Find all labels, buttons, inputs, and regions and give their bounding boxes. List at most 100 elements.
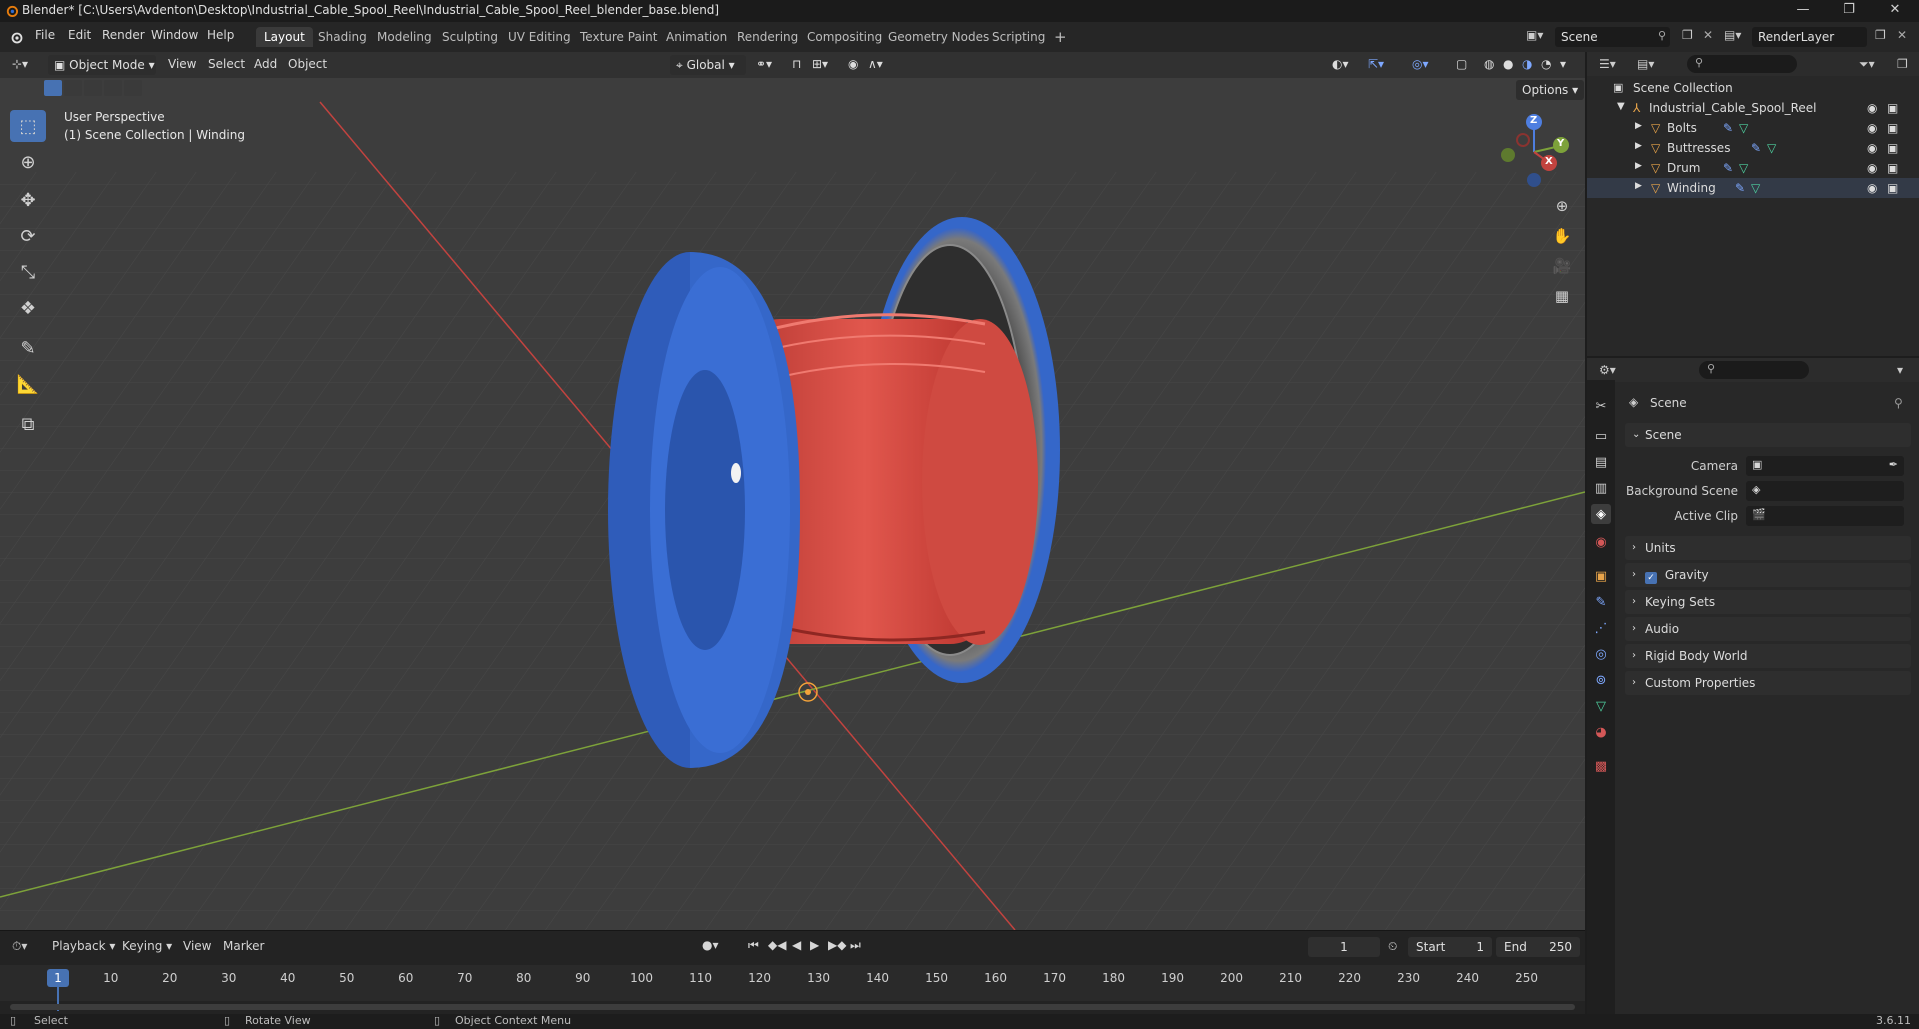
panel-custom-properties[interactable]: › Custom Properties: [1625, 671, 1911, 695]
shading-options-icon[interactable]: ▾: [1560, 57, 1566, 71]
playhead-marker[interactable]: 1: [47, 969, 69, 987]
panel-gravity[interactable]: › ✓ Gravity: [1625, 563, 1911, 587]
tab-texture-paint[interactable]: Texture Paint: [572, 27, 665, 47]
object-tab-icon[interactable]: ▣: [1591, 566, 1611, 586]
scale-tool[interactable]: ⤡: [10, 256, 46, 288]
options-dropdown[interactable]: Options ▾: [1516, 80, 1585, 100]
render-camera-icon[interactable]: ▣: [1887, 101, 1898, 115]
material-tab-icon[interactable]: ◕: [1591, 722, 1611, 742]
gravity-checkbox[interactable]: ✓: [1645, 572, 1657, 584]
pin-scene-icon[interactable]: ⚲: [1658, 29, 1666, 42]
particles-tab-icon[interactable]: ⋰: [1591, 618, 1611, 638]
delete-scene-icon[interactable]: ✕: [1703, 28, 1713, 42]
pan-view-button[interactable]: ✋: [1548, 222, 1576, 250]
panel-audio[interactable]: › Audio: [1625, 617, 1911, 641]
snap-icon[interactable]: ⊓: [792, 57, 801, 71]
menu-window[interactable]: Window: [151, 28, 198, 42]
select-box-new-icon[interactable]: [44, 80, 62, 96]
outliner-editor-type-icon[interactable]: ☰▾: [1599, 57, 1616, 71]
annotate-tool[interactable]: ✎: [10, 332, 46, 364]
overlay-toggle-icon[interactable]: ◎▾: [1412, 57, 1429, 71]
zoom-view-button[interactable]: ⊕: [1548, 192, 1576, 220]
snap-target-icon[interactable]: ⊞▾: [812, 57, 828, 71]
panel-rigid-body-world[interactable]: › Rigid Body World: [1625, 644, 1911, 668]
panel-scene[interactable]: ⌄ Scene: [1625, 423, 1911, 447]
select-box-tool[interactable]: ⬚: [10, 110, 46, 142]
menu-help[interactable]: Help: [207, 28, 234, 42]
render-camera-icon[interactable]: ▣: [1887, 121, 1898, 135]
tab-modeling[interactable]: Modeling: [369, 27, 440, 47]
delete-view-layer-icon[interactable]: ✕: [1897, 28, 1907, 42]
menu-file[interactable]: File: [35, 28, 55, 42]
panel-units[interactable]: › Units: [1625, 536, 1911, 560]
outliner-row-bolts[interactable]: ▶ ▽ Bolts ✎ ▽ ◉ ▣: [1587, 118, 1919, 138]
tab-uv-editing[interactable]: UV Editing: [500, 27, 579, 47]
toggle-perspective-button[interactable]: ▦: [1548, 282, 1576, 310]
properties-editor-type-icon[interactable]: ⚙▾: [1599, 363, 1616, 377]
tab-compositing[interactable]: Compositing: [799, 27, 890, 47]
new-collection-icon[interactable]: ❐: [1897, 57, 1908, 71]
add-workspace-button[interactable]: +: [1046, 27, 1075, 47]
display-mode-icon[interactable]: ▤▾: [1637, 57, 1654, 71]
tab-layout[interactable]: Layout: [256, 27, 313, 47]
active-clip-field[interactable]: 🎬: [1746, 506, 1904, 526]
background-scene-field[interactable]: ◈: [1746, 481, 1904, 501]
maximize-button[interactable]: ❐: [1826, 0, 1872, 22]
select-box-extend-icon[interactable]: [64, 80, 82, 96]
minimize-button[interactable]: —: [1780, 0, 1826, 22]
3d-viewport[interactable]: [0, 52, 1585, 930]
expand-chevron-icon[interactable]: ▶: [1635, 161, 1642, 171]
timeline-scrollbar[interactable]: [10, 1004, 1575, 1010]
scene-browse-icon[interactable]: ▣▾: [1526, 28, 1543, 42]
world-tab-icon[interactable]: ◉: [1591, 532, 1611, 552]
tab-rendering[interactable]: Rendering: [729, 27, 806, 47]
visibility-eye-icon[interactable]: ◉: [1867, 181, 1877, 195]
menu-edit[interactable]: Edit: [68, 28, 91, 42]
menu-select[interactable]: Select: [208, 57, 245, 71]
transform-tool[interactable]: ❖: [10, 292, 46, 324]
visibility-eye-icon[interactable]: ◉: [1867, 101, 1877, 115]
modifiers-tab-icon[interactable]: ✎: [1591, 592, 1611, 612]
material-shading-icon[interactable]: ◑: [1522, 57, 1532, 71]
visibility-eye-icon[interactable]: ◉: [1867, 141, 1877, 155]
blender-menu-icon[interactable]: [9, 30, 23, 44]
physics-tab-icon[interactable]: ◎: [1591, 644, 1611, 664]
render-camera-icon[interactable]: ▣: [1887, 161, 1898, 175]
eyedropper-icon[interactable]: ✒: [1889, 458, 1898, 471]
navigation-gizmo[interactable]: Z Y X: [1496, 112, 1576, 192]
xray-toggle-icon[interactable]: ▢: [1456, 57, 1467, 71]
tab-shading[interactable]: Shading: [310, 27, 375, 47]
rotate-tool[interactable]: ⟳: [10, 220, 46, 252]
view-layer-browse-icon[interactable]: ▤▾: [1724, 28, 1741, 42]
camera-view-button[interactable]: 🎥: [1548, 252, 1576, 280]
pin-icon[interactable]: ⚲: [1894, 396, 1903, 410]
outliner-row-drum[interactable]: ▶ ▽ Drum ✎ ▽ ◉ ▣: [1587, 158, 1919, 178]
expand-chevron-icon[interactable]: ▶: [1635, 141, 1642, 151]
editor-type-icon[interactable]: ⊹▾: [12, 57, 28, 71]
expand-chevron-icon[interactable]: ▶: [1635, 121, 1642, 131]
visibility-icon[interactable]: ◐▾: [1332, 57, 1349, 71]
close-button[interactable]: ✕: [1872, 0, 1918, 22]
texture-tab-icon[interactable]: ▩: [1591, 756, 1611, 776]
tab-geometry-nodes[interactable]: Geometry Nodes: [880, 27, 997, 47]
render-camera-icon[interactable]: ▣: [1887, 181, 1898, 195]
transform-orientation-dropdown[interactable]: ⌖ Global ▾: [670, 55, 746, 75]
properties-search-input[interactable]: ⚲: [1699, 361, 1809, 379]
outliner-search-input[interactable]: ⚲: [1687, 55, 1797, 73]
data-tab-icon[interactable]: ▽: [1591, 696, 1611, 716]
tool-tab-icon[interactable]: ✂: [1591, 396, 1611, 416]
menu-object[interactable]: Object: [288, 57, 327, 71]
wireframe-shading-icon[interactable]: ◍: [1484, 57, 1494, 71]
menu-render[interactable]: Render: [102, 28, 145, 42]
tab-animation[interactable]: Animation: [658, 27, 735, 47]
outliner-row-buttresses[interactable]: ▶ ▽ Buttresses ✎ ▽ ◉ ▣: [1587, 138, 1919, 158]
render-camera-icon[interactable]: ▣: [1887, 141, 1898, 155]
new-scene-icon[interactable]: ❐: [1682, 28, 1693, 42]
visibility-eye-icon[interactable]: ◉: [1867, 161, 1877, 175]
view-layer-name-field[interactable]: RenderLayer: [1752, 27, 1867, 47]
select-box-invert-icon[interactable]: [104, 80, 122, 96]
outliner-row-scene-collection[interactable]: ▣ Scene Collection: [1587, 78, 1919, 98]
expand-chevron-icon[interactable]: ▼: [1617, 101, 1625, 112]
expand-chevron-icon[interactable]: ▶: [1635, 181, 1642, 191]
move-tool[interactable]: ✥: [10, 184, 46, 216]
